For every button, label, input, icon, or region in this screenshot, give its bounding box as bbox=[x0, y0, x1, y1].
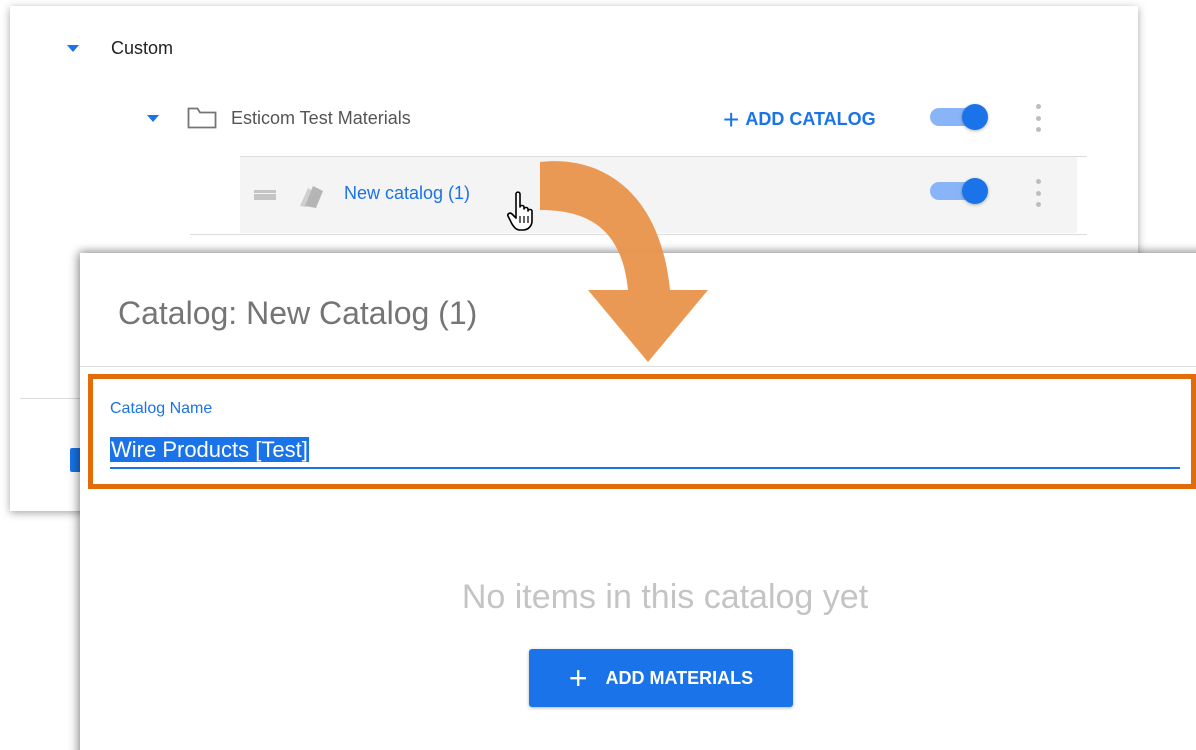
catalog-toggle[interactable] bbox=[930, 178, 988, 204]
callout-arrow-icon bbox=[530, 150, 730, 375]
selected-text: Wire Products [Test] bbox=[110, 437, 309, 462]
toggle-thumb bbox=[962, 178, 988, 204]
tree-folder-row[interactable]: Esticom Test Materials bbox=[147, 98, 411, 138]
drag-handle-icon[interactable] bbox=[254, 190, 276, 200]
plus-icon: + bbox=[568, 660, 588, 696]
input-underline bbox=[110, 467, 1180, 469]
highlight-box bbox=[88, 374, 1196, 489]
catalog-link[interactable]: New catalog (1) bbox=[344, 183, 470, 204]
add-materials-button[interactable]: + ADD MATERIALS bbox=[529, 649, 793, 707]
tree-folder-label: Esticom Test Materials bbox=[231, 107, 411, 128]
empty-state-text: No items in this catalog yet bbox=[461, 578, 869, 616]
catalog-more-vert-icon[interactable] bbox=[1033, 179, 1043, 207]
add-catalog-label: ADD CATALOG bbox=[745, 109, 876, 129]
folder-icon bbox=[187, 107, 217, 129]
stage: Custom Esticom Test Materials + ADD CATA… bbox=[0, 0, 1196, 750]
folder-toggle[interactable] bbox=[930, 104, 988, 130]
caret-down-icon[interactable] bbox=[147, 114, 159, 122]
folder-more-vert-icon[interactable] bbox=[1033, 104, 1043, 132]
catalog-icon bbox=[296, 182, 326, 213]
add-catalog-button[interactable]: + ADD CATALOG bbox=[723, 103, 876, 135]
plus-icon: + bbox=[723, 103, 740, 135]
caret-down-icon[interactable] bbox=[67, 44, 79, 52]
tree-group-custom[interactable]: Custom bbox=[67, 30, 173, 66]
tree-group-label: Custom bbox=[111, 37, 174, 58]
catalog-name-input[interactable]: Wire Products [Test] bbox=[110, 437, 309, 463]
catalog-name-label: Catalog Name bbox=[110, 400, 213, 417]
dialog-title: Catalog: New Catalog (1) bbox=[118, 295, 478, 331]
toggle-thumb bbox=[962, 104, 988, 130]
add-materials-label: ADD MATERIALS bbox=[605, 667, 754, 688]
